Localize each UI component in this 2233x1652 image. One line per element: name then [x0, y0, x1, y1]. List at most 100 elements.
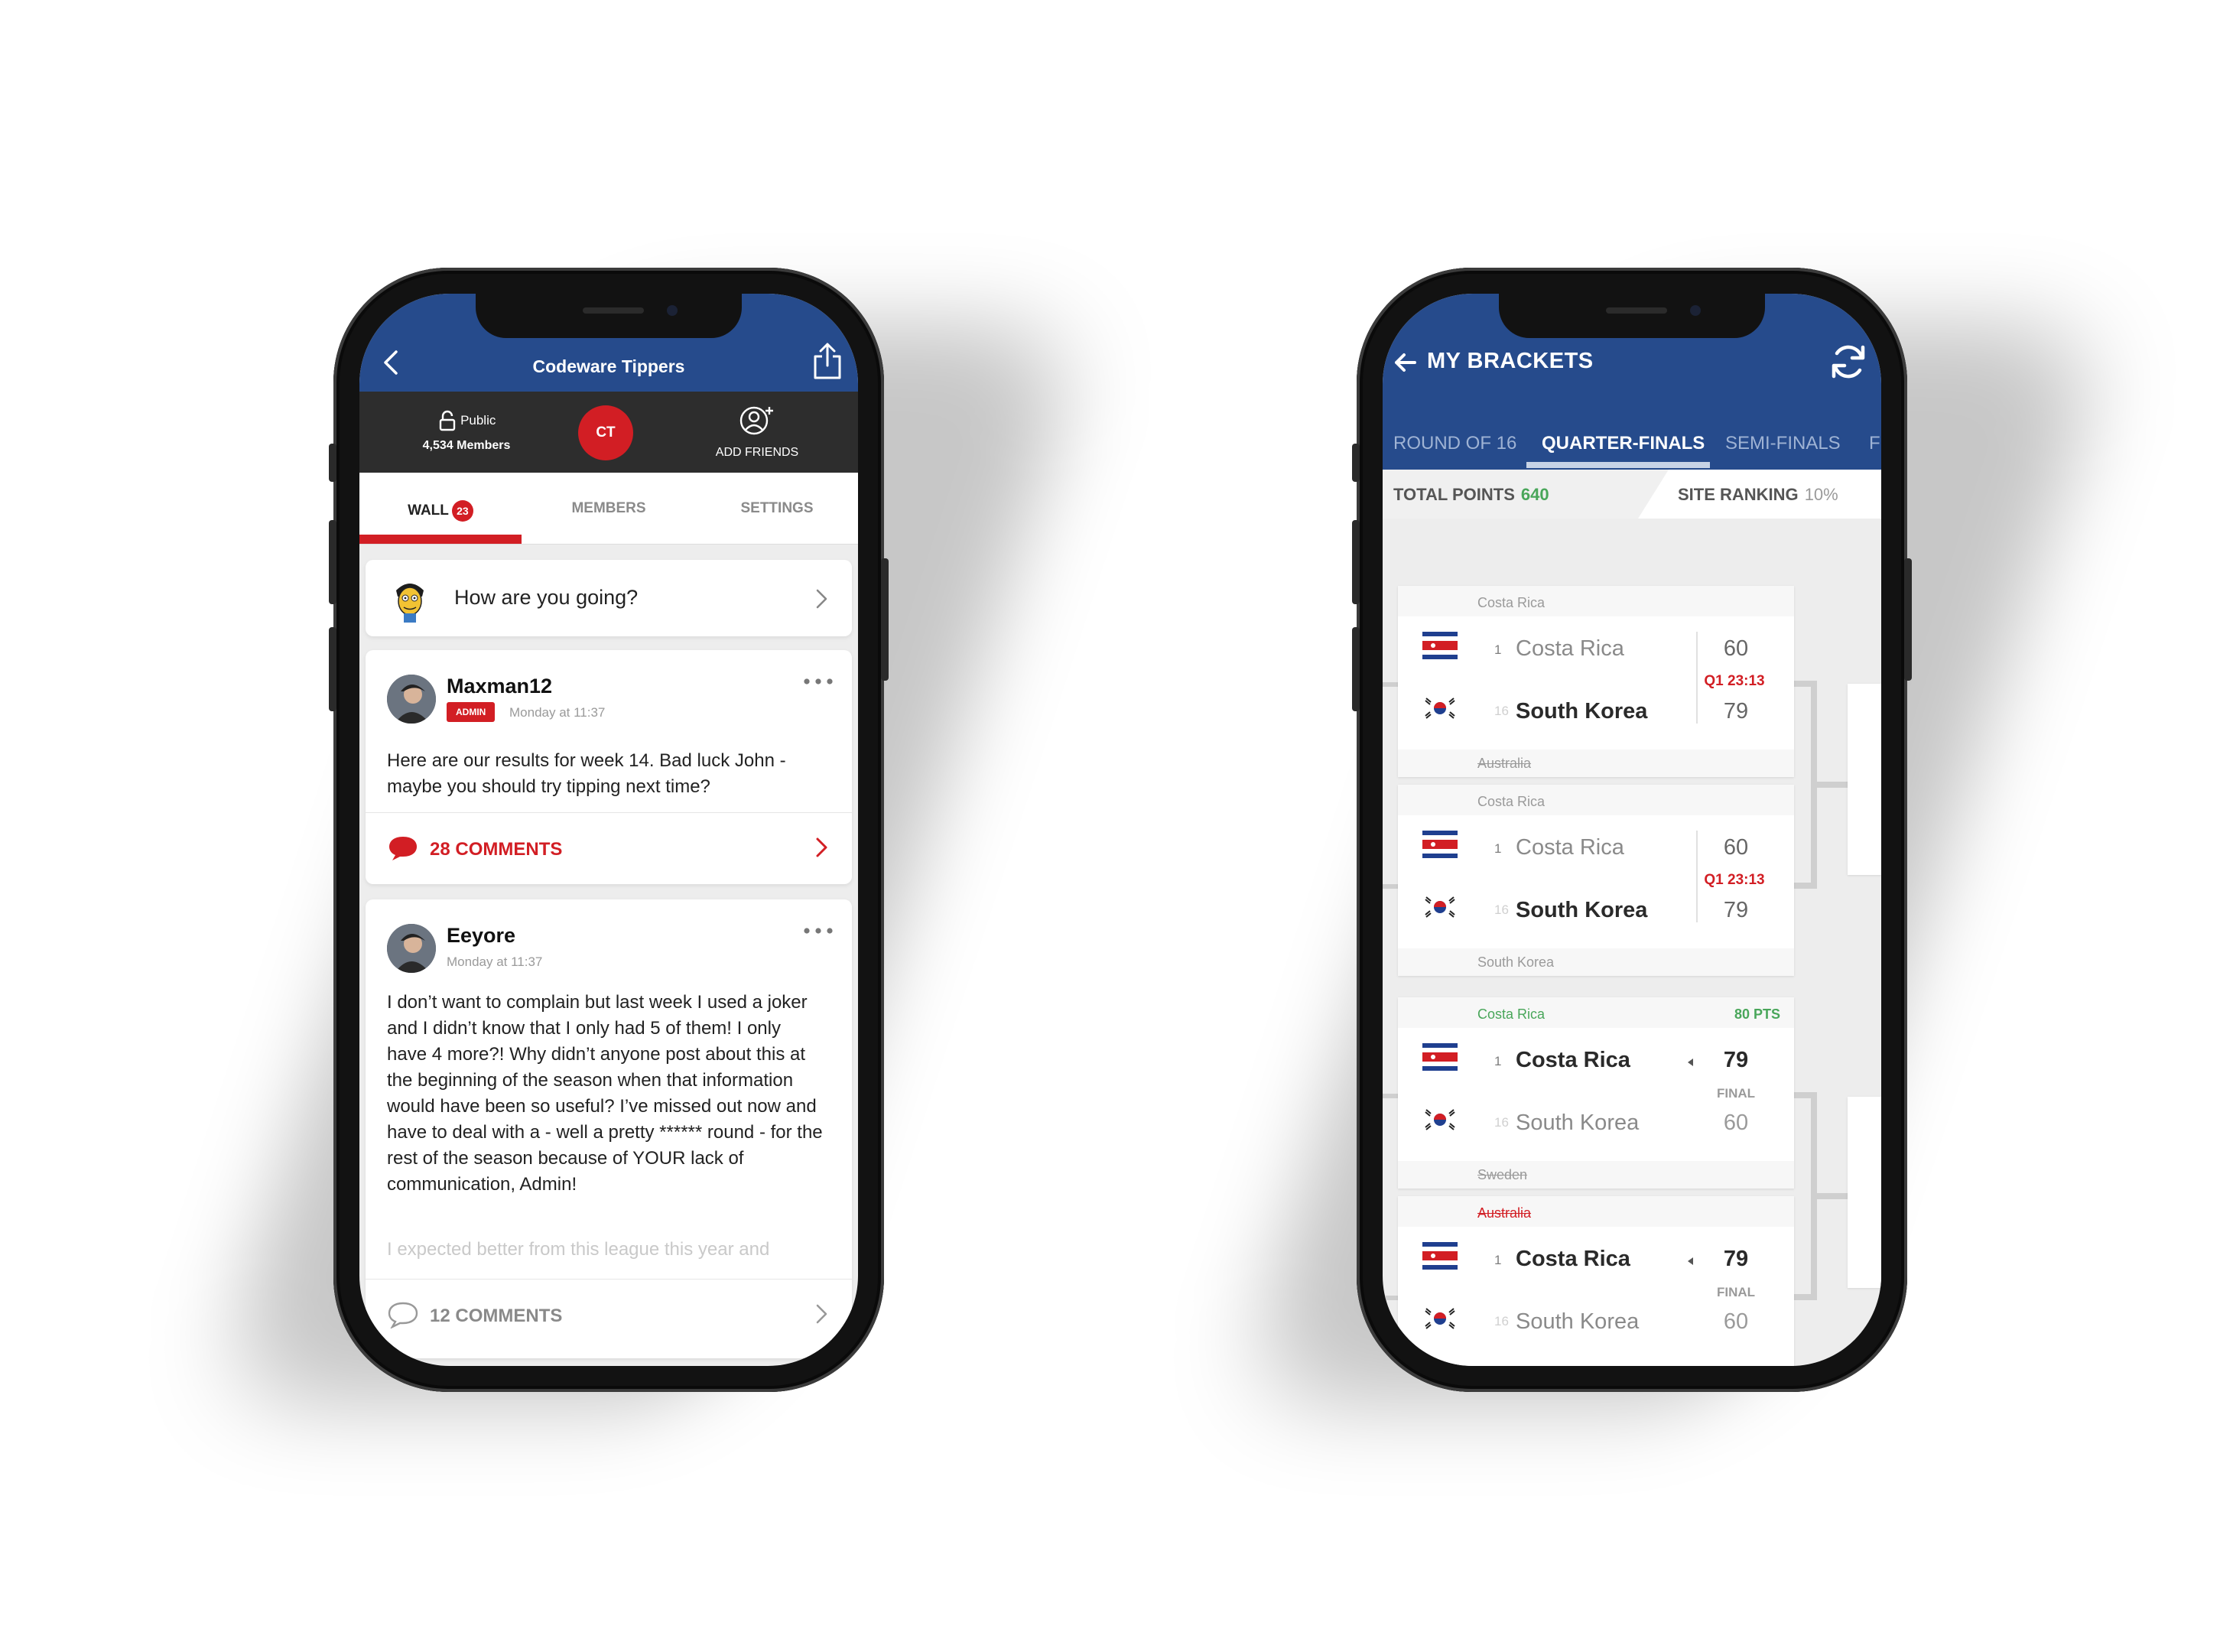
seed: 1	[1494, 1253, 1502, 1267]
add-friends-label: ADD FRIENDS	[715, 446, 799, 459]
lock-icon	[439, 410, 455, 431]
points-earned: 80 PTS	[1734, 1006, 1780, 1022]
bracket-connector	[1383, 1094, 1398, 1098]
wall-post: Eeyore Monday at 11:37 I don’t want to c…	[366, 899, 852, 1358]
post-time: Monday at 11:37	[447, 954, 543, 969]
refresh-icon[interactable]	[1828, 341, 1869, 382]
match-status: FINAL	[1716, 1285, 1756, 1299]
bracket-connector	[1383, 1296, 1398, 1300]
match-card[interactable]: Australia 1 Costa Rica 16 South Korea 79…	[1398, 1196, 1794, 1366]
more-options-icon[interactable]	[803, 678, 834, 685]
match-pick-bar: Costa Rica	[1398, 586, 1794, 616]
south-korea-flag-icon	[1422, 694, 1458, 722]
match-card[interactable]: Costa Rica 1 Costa Rica 16 South Korea 6…	[1398, 586, 1794, 777]
seed: 16	[1494, 902, 1509, 917]
score: 60	[1723, 1309, 1749, 1334]
predicted-winner: South Korea	[1477, 954, 1555, 970]
profile-photo-icon	[387, 675, 436, 724]
bracket-connector	[1794, 883, 1817, 889]
tab-settings[interactable]: SETTINGS	[700, 500, 853, 517]
match-card[interactable]: Costa Rica 1 Costa Rica 16 South Korea 6…	[1398, 785, 1794, 976]
score: 60	[1723, 636, 1749, 661]
tab-final[interactable]: F	[1869, 433, 1880, 454]
user-avatar-icon	[396, 584, 424, 623]
comments-link[interactable]: 12 COMMENTS	[366, 1279, 852, 1349]
post-author[interactable]: Maxman12	[447, 675, 552, 698]
profile-photo-icon	[387, 924, 436, 973]
comment-bubble-icon	[388, 1302, 418, 1328]
match-card[interactable]: Costa Rica 80 PTS 1 Costa Rica 16 South …	[1398, 997, 1794, 1189]
tab-members[interactable]: MEMBERS	[532, 500, 685, 517]
bracket-connector	[1383, 682, 1398, 687]
seed: 1	[1494, 1054, 1502, 1068]
mute-switch	[1352, 444, 1360, 482]
picked-team: Costa Rica	[1477, 1006, 1546, 1022]
tab-round-of-16[interactable]: ROUND OF 16	[1393, 433, 1516, 454]
team-name: South Korea	[1516, 898, 1648, 922]
picked-team: Australia	[1477, 1205, 1532, 1221]
page-title: MY BRACKETS	[1427, 349, 1594, 373]
volume-down-button	[329, 627, 336, 711]
post-body: I don’t want to complain but last week I…	[387, 992, 823, 1195]
post-author[interactable]: Eeyore	[447, 924, 515, 948]
volume-up-button	[329, 520, 336, 604]
score: 79	[1723, 699, 1749, 724]
mute-switch	[329, 444, 336, 482]
league-tabs: WALL 23 MEMBERS SETTINGS	[359, 473, 858, 545]
team-name: South Korea	[1516, 1309, 1640, 1334]
site-ranking-value: 10%	[1804, 485, 1838, 504]
team-name: Costa Rica	[1516, 835, 1624, 860]
south-korea-flag-icon	[1422, 1305, 1458, 1332]
avatar[interactable]	[387, 924, 436, 973]
avatar[interactable]	[387, 675, 436, 724]
active-tab-indicator	[359, 535, 522, 544]
south-korea-flag-icon	[1422, 1106, 1458, 1133]
team-name: South Korea	[1516, 1111, 1640, 1135]
bracket-connector	[1811, 1092, 1817, 1300]
active-tab-indicator	[1526, 462, 1710, 468]
bracket-connector	[1817, 782, 1848, 788]
winner-indicator	[1688, 1257, 1693, 1265]
total-points-box: TOTAL POINTS 640	[1383, 470, 1638, 519]
match-pick-bar: Costa Rica	[1398, 785, 1794, 815]
notch	[1499, 294, 1765, 338]
comments-link[interactable]: 28 COMMENTS	[366, 812, 852, 883]
seed: 16	[1494, 1314, 1509, 1328]
privacy-info: Public 4,534 Members	[405, 410, 528, 453]
volume-up-button	[1352, 520, 1360, 604]
right-screen: MY BRACKETS ROUND OF 16 QUARTER-FINALS S…	[1383, 294, 1881, 1366]
add-user-icon	[739, 406, 773, 435]
tab-quarter-finals[interactable]: QUARTER-FINALS	[1542, 433, 1705, 454]
next-round-card[interactable]	[1848, 1097, 1881, 1288]
team-name: Costa Rica	[1516, 1048, 1630, 1072]
compose-post-card[interactable]: How are you going?	[366, 560, 852, 636]
tab-wall-label: WALL	[408, 502, 449, 519]
costa-rica-flag-icon	[1422, 1043, 1458, 1071]
match-pick-bar: Australia	[1398, 1196, 1794, 1227]
match-clock: Q1 23:13	[1704, 673, 1765, 689]
power-button	[881, 558, 889, 681]
chevron-right-icon	[816, 589, 827, 609]
score: 60	[1723, 1111, 1749, 1135]
total-points-value: 640	[1520, 485, 1549, 504]
more-options-icon[interactable]	[803, 927, 834, 935]
costa-rica-flag-icon	[1422, 632, 1458, 659]
chevron-right-icon	[816, 837, 827, 857]
share-icon[interactable]	[811, 341, 844, 381]
tab-wall[interactable]: WALL 23	[364, 500, 517, 522]
add-friends-button[interactable]: ADD FRIENDS	[696, 404, 818, 460]
seed: 1	[1494, 642, 1502, 657]
next-round-card[interactable]	[1848, 684, 1881, 875]
score: 79	[1723, 1048, 1749, 1072]
picked-team: Costa Rica	[1477, 794, 1546, 809]
stats-bar: TOTAL POINTS 640 SITE RANKING 10%	[1383, 470, 1881, 519]
right-phone: MY BRACKETS ROUND OF 16 QUARTER-FINALS S…	[1352, 268, 1912, 1392]
site-ranking-label: SITE RANKING	[1678, 485, 1799, 504]
left-screen: Codeware Tippers Public 4,534 Members CT…	[359, 294, 858, 1366]
team-name: Costa Rica	[1516, 636, 1624, 661]
admin-badge: ADMIN	[447, 702, 496, 722]
match-clock: Q1 23:13	[1704, 872, 1765, 888]
volume-down-button	[1352, 627, 1360, 711]
back-arrow-icon[interactable]	[1393, 352, 1418, 373]
tab-semi-finals[interactable]: SEMI-FINALS	[1725, 433, 1841, 454]
